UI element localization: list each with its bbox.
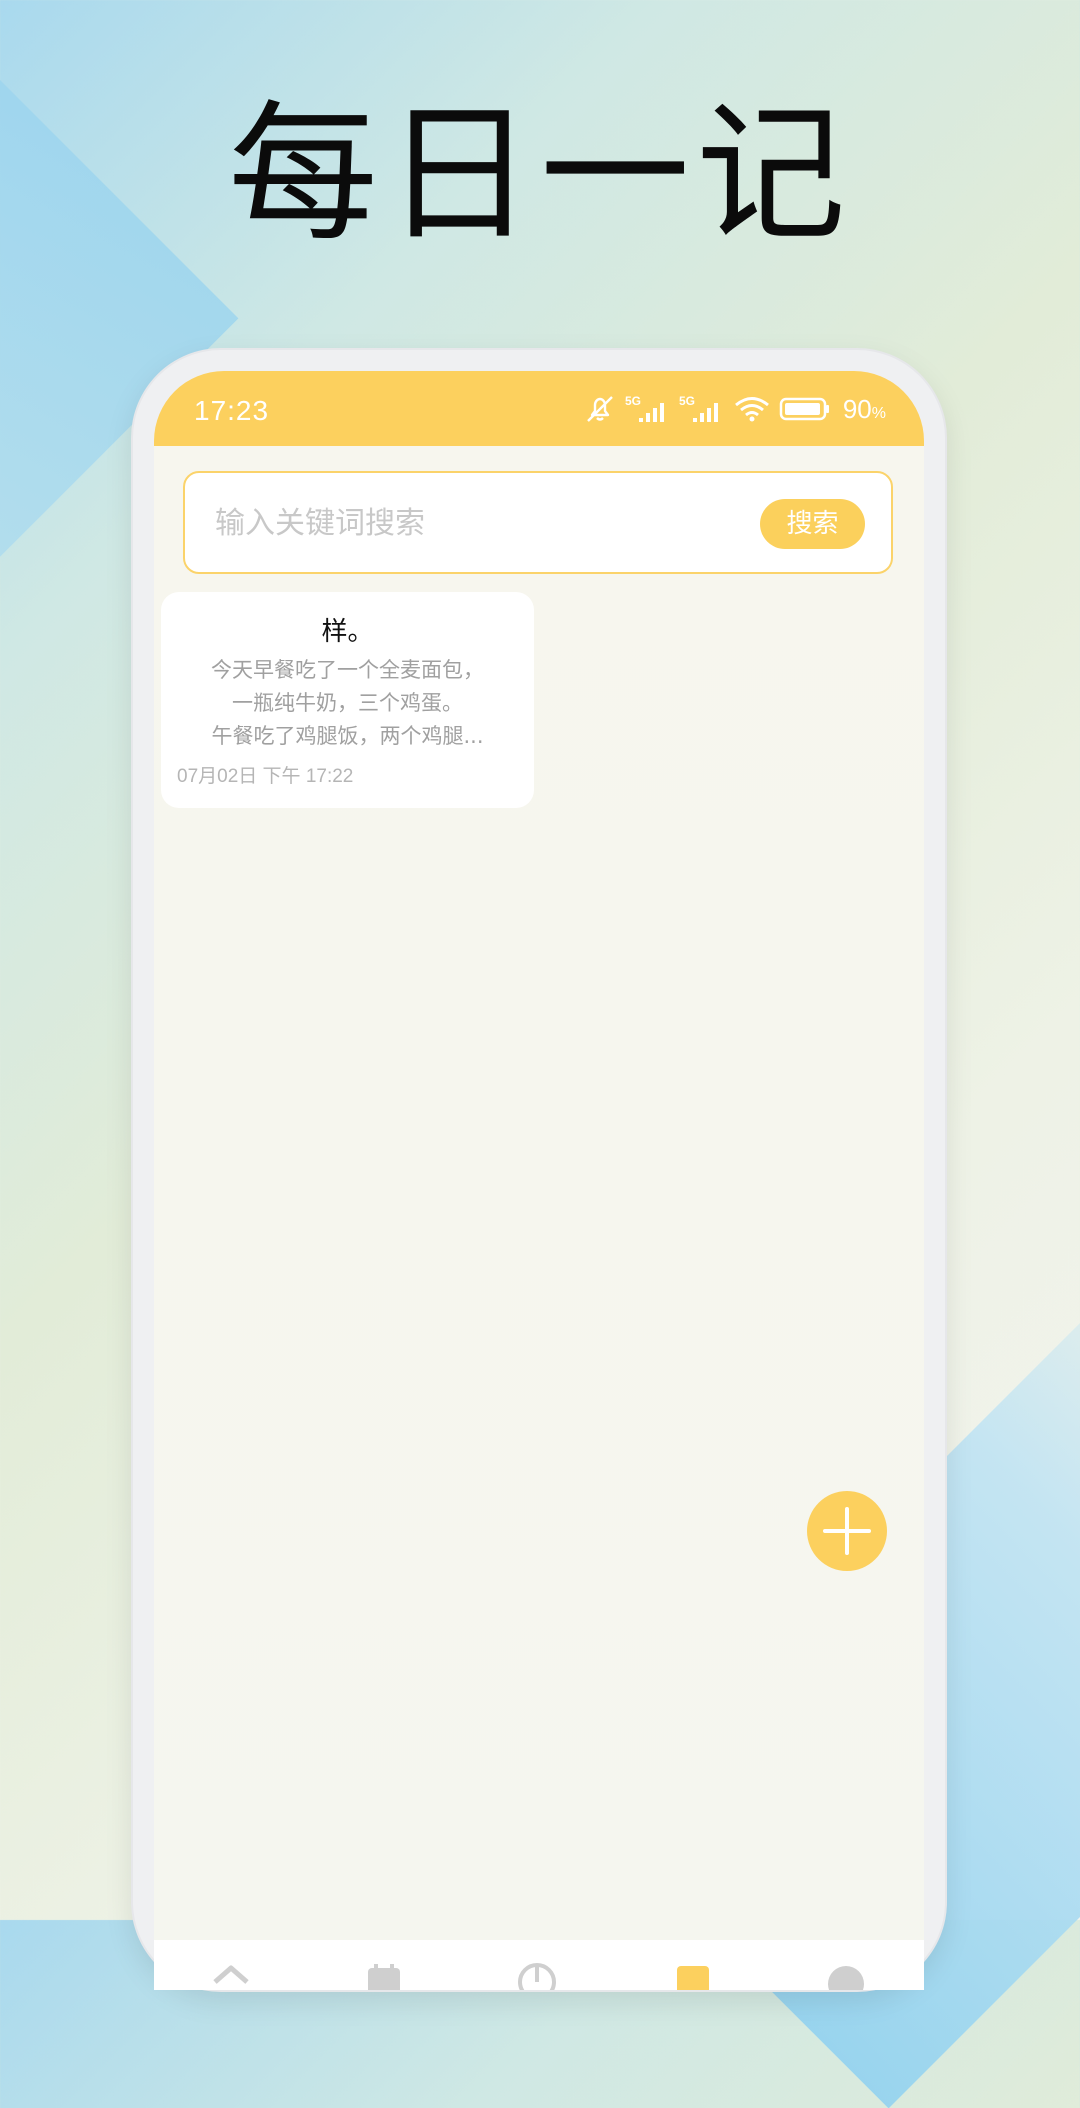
profile-icon[interactable] (826, 1962, 866, 1990)
note-preview: 今天早餐吃了一个全麦面包， 一瓶纯牛奶，三个鸡蛋。 午餐吃了鸡腿饭，两个鸡腿..… (161, 654, 534, 753)
chart-icon[interactable] (517, 1962, 557, 1990)
note-preview-line: 午餐吃了鸡腿饭，两个鸡腿... (211, 724, 484, 748)
page-headline: 每日一记 (227, 88, 852, 262)
wifi-icon (734, 397, 769, 422)
signal-5g-icon: 5G (679, 394, 718, 422)
status-time: 17:23 (194, 395, 270, 426)
home-icon[interactable] (211, 1962, 251, 1990)
status-icons: 5G 5G 90% (583, 391, 886, 427)
svg-text:5G: 5G (625, 394, 641, 408)
main-content: 搜索 样。 今天早餐吃了一个全麦面包， 一瓶纯牛奶，三个鸡蛋。 午餐吃了鸡腿饭，… (154, 446, 924, 1990)
bottom-nav (154, 1940, 924, 1990)
note-preview-line: 今天早餐吃了一个全麦面包， (211, 658, 484, 682)
note-icon[interactable] (673, 1962, 713, 1990)
battery-percent: 90% (842, 393, 886, 424)
search-input[interactable] (213, 473, 737, 574)
add-note-button[interactable] (807, 1491, 887, 1571)
plus-icon (823, 1507, 871, 1555)
search-button[interactable]: 搜索 (760, 499, 865, 549)
note-date: 07月02日 下午 17:22 (177, 766, 354, 787)
phone-screen: 17:23 5G 5G 90% 输入关键词搜索 搜索 样。 今天早餐吃了一个全麦… (154, 371, 924, 1990)
note-preview-line: 一瓶纯牛奶，三个鸡蛋。 (232, 691, 463, 715)
mute-bell-icon (586, 396, 613, 422)
calendar-icon[interactable] (364, 1962, 404, 1990)
svg-text:5G: 5G (679, 394, 695, 408)
signal-5g-icon: 5G (625, 394, 664, 422)
search-bar: 搜索 (183, 471, 893, 574)
phone-frame: 17:23 5G 5G 90% 输入关键词搜索 搜索 样。 今天早餐吃了一个全麦… (133, 350, 945, 1990)
note-title: 样。 (321, 617, 374, 647)
battery-icon (779, 397, 829, 421)
status-bar: 17:23 5G 5G 90% (154, 371, 924, 446)
note-card[interactable]: 样。 今天早餐吃了一个全麦面包， 一瓶纯牛奶，三个鸡蛋。 午餐吃了鸡腿饭，两个鸡… (161, 592, 534, 808)
